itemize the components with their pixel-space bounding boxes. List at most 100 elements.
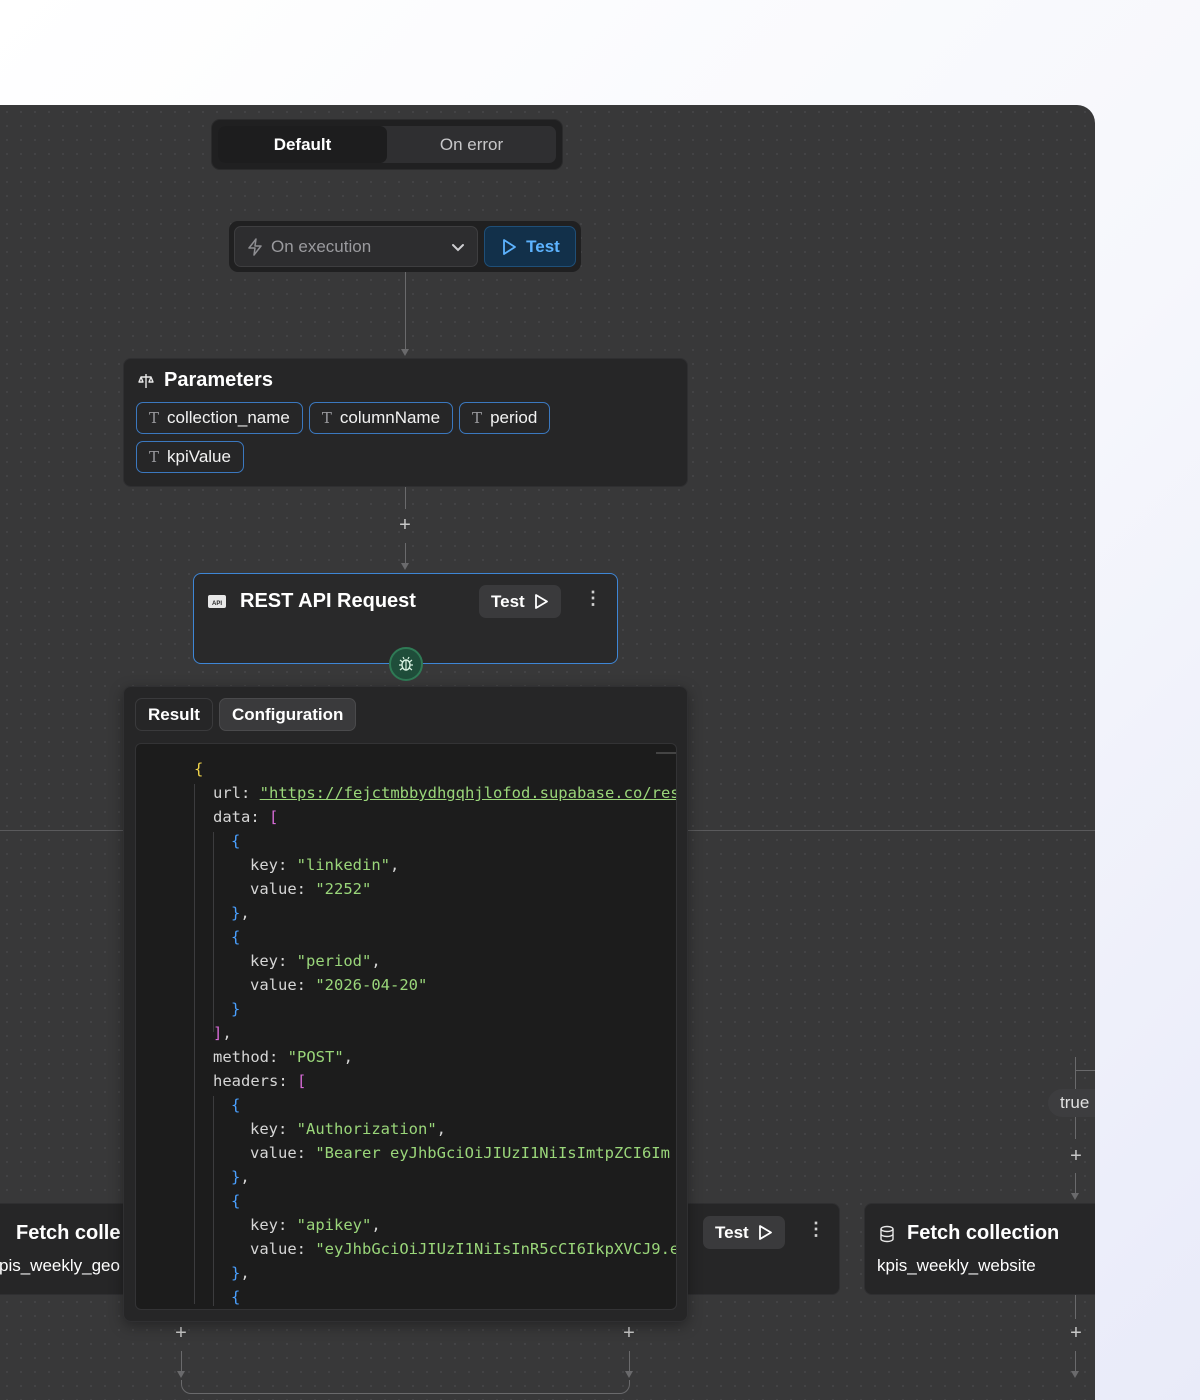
segment-default[interactable]: Default [218,126,387,163]
trigger-test-button[interactable]: Test [484,226,576,267]
parameter-chip[interactable]: TkpiValue [136,441,244,473]
fetch-collection-node-geo[interactable]: Fetch colle pis_weekly_geo [0,1203,130,1295]
scrollbar-thumb[interactable] [656,752,676,754]
code-line: value: "Bearer eyJhbGciOiJIUzI1NiIsImtpZ… [250,1144,670,1162]
connector-line [1075,1173,1076,1195]
rest-api-header: API REST API Request [208,590,416,613]
code-string: "POST" [287,1048,344,1066]
text-type-icon: T [149,409,160,427]
code-string: "2026-04-20" [315,976,428,994]
middle-test-button[interactable]: Test [703,1216,785,1249]
code-url[interactable]: "https://fejctmbbydhgqhjlofod.supabase.c… [260,784,676,802]
connector-arrow [625,1371,633,1378]
code-line: value: "eyJhbGciOiJIUzI1NiIsInR5cCI6IkpX… [250,1238,677,1260]
plus-icon[interactable]: + [619,1323,639,1343]
api-icon: API [208,595,226,608]
code-line: { [194,760,204,778]
plus-icon[interactable]: + [1066,1323,1086,1343]
connector-arrow [401,349,409,356]
middle-test-label: Test [715,1222,749,1242]
code-line: { [231,1288,241,1306]
middle-node[interactable]: Test ⋮ [680,1203,840,1295]
tab-result[interactable]: Result [135,698,213,731]
rest-api-title: REST API Request [240,590,416,612]
database-icon [880,1225,894,1242]
trigger-bar: On execution Test [229,221,581,272]
code-string: "apikey" [296,1216,372,1234]
code-line: headers: [ [213,1072,307,1090]
segment-on-error[interactable]: On error [387,126,556,163]
result-tabs: Result Configuration [135,698,357,731]
code-string: "linkedin" [296,856,390,874]
tab-configuration[interactable]: Configuration [218,698,357,731]
play-icon [758,1225,772,1240]
connector-arrow [1071,1371,1079,1378]
branch-line [1075,1070,1095,1071]
code-line: key: "Authorization", [250,1120,446,1138]
parameter-chip[interactable]: Tcollection_name [136,402,303,434]
connector-arrow [401,563,409,570]
connector-arrow [177,1371,185,1378]
connector-line [181,1351,182,1373]
code-line: key: "apikey", [250,1216,381,1234]
fetch-collection-node-website[interactable]: Fetch collection kpis_weekly_website [864,1203,1095,1295]
parameter-chip[interactable]: TcolumnName [308,402,454,434]
code-viewer[interactable]: { url: "https://fejctmbbydhgqhjlofod.sup… [135,743,677,1310]
code-line: key: "linkedin", [250,856,400,874]
node-title: Fetch collection [907,1222,1060,1244]
plus-icon[interactable]: + [1066,1146,1086,1166]
code-line: } [231,1000,241,1018]
debug-badge[interactable] [389,647,423,681]
connector-arrow [1071,1193,1079,1200]
text-type-icon: T [472,409,483,427]
workflow-canvas[interactable]: Default On error On execution Test Param… [0,105,1095,1400]
code-string: "Bearer eyJhbGciOiJIUzI1NiIsImtpZCI6Im [315,1144,670,1162]
connector-line [405,487,406,509]
code-string: "Authorization" [296,1120,437,1138]
plus-icon[interactable]: + [171,1323,191,1343]
parameter-chips: Tcollection_name TcolumnName Tperiod Tkp… [136,402,596,473]
result-panel: Result Configuration { url: "https://fej… [123,686,688,1322]
trigger-test-label: Test [526,236,560,256]
parameters-node[interactable]: Parameters Tcollection_name TcolumnName … [123,358,688,487]
code-line: value: "2252" [250,880,372,898]
indent-guide [213,832,214,1032]
node-subtitle: kpis_weekly_website [877,1256,1036,1275]
node-subtitle: pis_weekly_geo [0,1256,120,1275]
code-line: { [231,1096,241,1114]
connector-line [1075,1117,1076,1139]
code-line: data: [ [213,808,279,826]
parameter-name: kpiValue [167,447,231,466]
code-line: }, [231,1264,250,1282]
parameters-header: Parameters [138,369,675,392]
rest-test-button[interactable]: Test [479,585,561,618]
true-branch-label: true [1048,1089,1095,1117]
node-header: Fetch collection [879,1222,1059,1245]
code-line: { [231,928,241,946]
kebab-icon[interactable]: ⋮ [584,588,602,609]
parameter-name: columnName [339,408,441,427]
branch-line [688,830,1095,831]
code-string: "period" [296,952,372,970]
indent-guide [213,1096,214,1306]
text-type-icon: T [321,409,332,427]
code-line: { [231,832,241,850]
code-line: }, [231,904,250,922]
branch-segment-control: Default On error [211,119,563,170]
parameters-title: Parameters [164,369,273,391]
code-line: method: "POST", [213,1048,353,1066]
plus-icon[interactable]: + [395,515,415,535]
scale-icon [138,373,154,388]
code-string: "2252" [315,880,372,898]
connector-line [1075,1295,1076,1319]
parameter-chip[interactable]: Tperiod [459,402,551,434]
connector-line [405,543,406,564]
trigger-select[interactable]: On execution [234,226,478,267]
code-string: "eyJhbGciOiJIUzI1NiIsInR5cCI6IkpXVCJ9.e [315,1240,677,1258]
rest-test-label: Test [491,591,525,611]
parameter-name: collection_name [167,408,290,427]
lightning-icon [248,237,262,256]
parameter-name: period [490,408,538,427]
kebab-icon[interactable]: ⋮ [807,1219,825,1240]
code-line: url: "https://fejctmbbydhgqhjlofod.supab… [213,782,676,804]
